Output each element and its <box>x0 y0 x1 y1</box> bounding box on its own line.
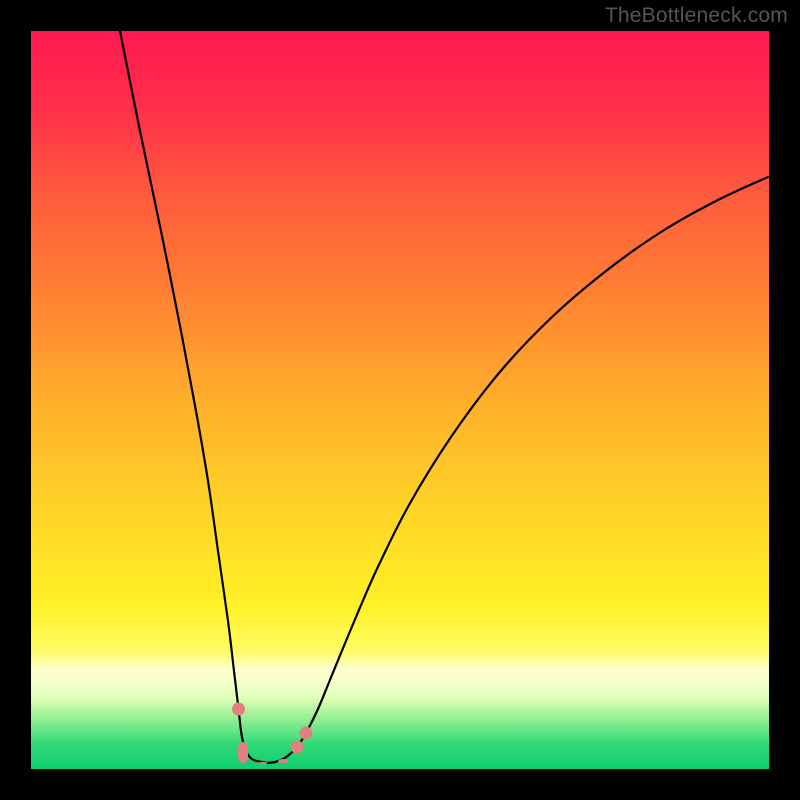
marker-bars <box>238 742 288 764</box>
attribution-text: TheBottleneck.com <box>605 4 788 28</box>
marker-point <box>232 703 245 716</box>
marker-point <box>300 727 313 740</box>
marker-bar <box>258 762 268 764</box>
outer-frame: TheBottleneck.com <box>0 0 800 800</box>
plot-area <box>31 31 769 769</box>
marker-bar <box>238 742 248 763</box>
curve-layer <box>31 31 769 769</box>
curve-right-branch <box>267 177 768 763</box>
marker-bar <box>278 759 288 763</box>
marker-point <box>291 741 304 754</box>
curve-left-branch <box>120 31 267 763</box>
